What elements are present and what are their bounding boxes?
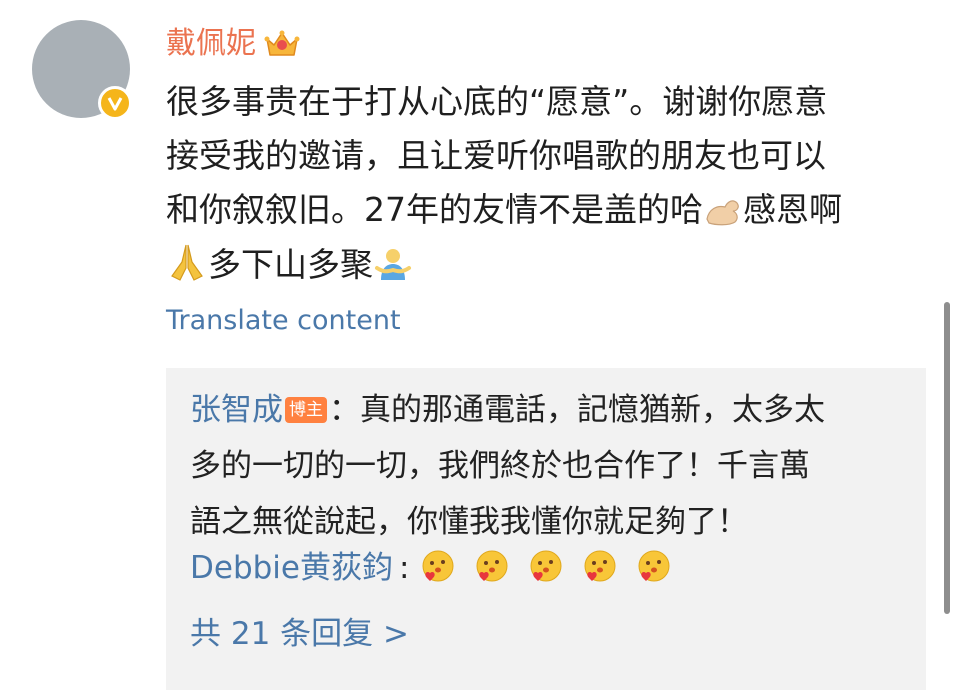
heart-face-emoji bbox=[635, 548, 673, 598]
heart-face-emoji bbox=[581, 548, 619, 598]
view-more-replies-link[interactable]: 共 21 条回复 > bbox=[190, 612, 409, 656]
reply-line: 张智成 博主 ：真的那通電話，記憶猶新，太多太 bbox=[190, 388, 890, 432]
post-line: 接受我的邀请，且让爱听你唱歌的朋友也可以 bbox=[166, 136, 826, 175]
translate-link[interactable]: Translate content bbox=[166, 303, 401, 339]
reply-line: 語之無從說起，你懂我我懂你就足夠了！ bbox=[190, 504, 748, 540]
reply-author[interactable]: 张智成 bbox=[190, 392, 283, 428]
hugging-person-emoji bbox=[373, 246, 413, 293]
post-line: 和你叙叙旧。27年的友情不是盖的哈 感恩啊 bbox=[166, 188, 926, 232]
reply-separator: : bbox=[398, 550, 410, 586]
post-author-name[interactable]: 戴佩妮 bbox=[166, 24, 256, 64]
post-line-text: 多下山多聚 bbox=[208, 245, 373, 284]
reply-text: 真的那通電話，記憶猶新，太多太 bbox=[360, 392, 825, 428]
post-line-text: 感恩啊 bbox=[743, 190, 842, 229]
praying-hands-emoji bbox=[166, 242, 208, 293]
reply-author[interactable]: Debbie黄荻鈞 bbox=[190, 550, 393, 586]
heart-face-emoji bbox=[527, 548, 565, 598]
blogger-badge: 博主 bbox=[285, 397, 327, 423]
verified-badge-icon bbox=[98, 86, 132, 120]
heart-face-emoji bbox=[473, 548, 511, 598]
reply-item: Debbie黄荻鈞: bbox=[190, 546, 679, 598]
reply-line: 多的一切的一切，我們終於也合作了！千言萬 bbox=[190, 448, 810, 484]
reply-item: 张智成 博主 ：真的那通電話，記憶猶新，太多太 多的一切的一切，我們終於也合作了！千… bbox=[190, 388, 890, 544]
post-line-text: 和你叙叙旧。27年的友情不是盖的哈 bbox=[166, 190, 703, 229]
heart-face-emoji bbox=[419, 548, 457, 598]
post-text: 很多事贵在于打从心底的“愿意”。谢谢你愿意 接受我的邀请，且让爱听你唱歌的朋友也… bbox=[166, 80, 926, 286]
post-line: 很多事贵在于打从心底的“愿意”。谢谢你愿意 bbox=[166, 82, 828, 121]
post-line: 多下山多聚 bbox=[166, 242, 926, 286]
reply-preview-box[interactable]: 张智成 博主 ：真的那通電話，記憶猶新，太多太 多的一切的一切，我們終於也合作了！千… bbox=[166, 368, 926, 690]
reply-separator: ： bbox=[329, 392, 360, 428]
flexed-hand-emoji bbox=[703, 191, 743, 238]
post-author[interactable]: 戴佩妮 bbox=[166, 24, 300, 64]
crown-icon bbox=[264, 28, 300, 60]
scrollbar[interactable] bbox=[944, 302, 950, 614]
